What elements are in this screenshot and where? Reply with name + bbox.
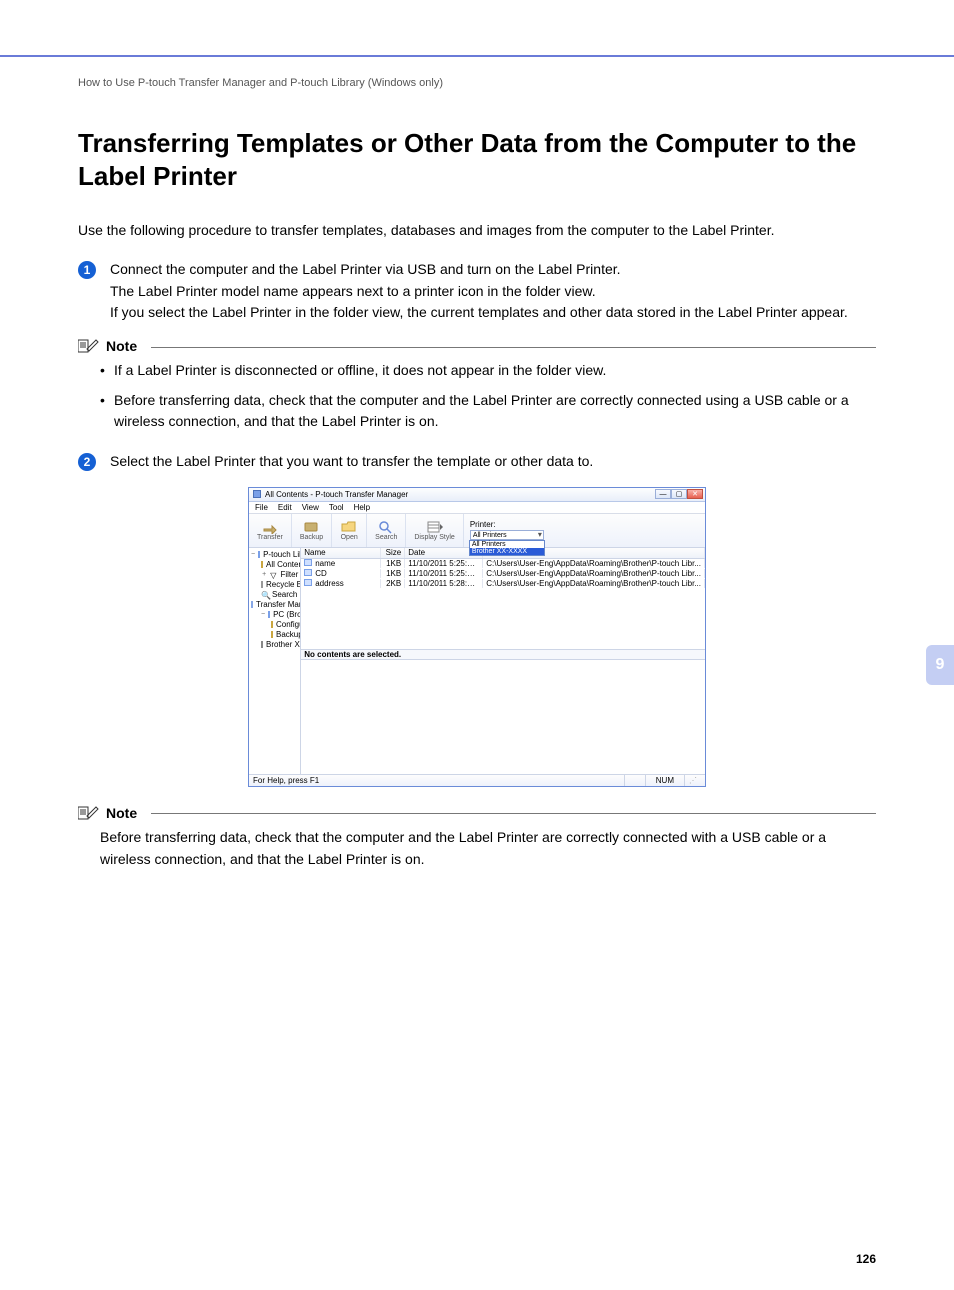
step-number-badge: 1 (78, 261, 96, 279)
status-cell-empty (624, 774, 645, 786)
page-number: 126 (856, 1252, 876, 1266)
page-content: How to Use P-touch Transfer Manager and … (0, 57, 954, 928)
note-block-1: Note If a Label Printer is disconnected … (78, 338, 876, 433)
app-window: All Contents - P-touch Transfer Manager … (248, 487, 706, 787)
tree-pc[interactable]: −PC (Brother XX-XXXX) (251, 610, 298, 620)
app-icon (253, 490, 261, 498)
titlebar[interactable]: All Contents - P-touch Transfer Manager … (249, 488, 705, 502)
note-icon (78, 805, 100, 821)
printer-option-all[interactable]: All Printers (470, 541, 544, 548)
note-title: Note (106, 805, 137, 821)
file-icon (304, 559, 312, 566)
menubar: File Edit View Tool Help (249, 502, 705, 514)
note-2-text: Before transferring data, check that the… (78, 827, 876, 870)
menu-file[interactable]: File (255, 503, 268, 512)
open-icon (340, 520, 358, 534)
folder-tree: −P-touch Library All Contents +▽Filter R… (249, 548, 301, 774)
printer-label: Printer: (470, 520, 544, 529)
file-icon (304, 579, 312, 586)
note-title: Note (106, 338, 137, 354)
note-block-2: Note Before transferring data, check tha… (78, 805, 876, 870)
tree-backups[interactable]: Backups (251, 630, 298, 640)
list-row[interactable]: address 2KB 11/10/2011 5:28:23... C:\Use… (301, 579, 705, 589)
window-title: All Contents - P-touch Transfer Manager (265, 490, 408, 499)
intro-paragraph: Use the following procedure to transfer … (78, 220, 876, 241)
toolbar: Transfer Backup Open Search Display Styl… (249, 514, 705, 548)
printer-dropdown: All Printers Brother XX-XXXX (469, 540, 545, 556)
tree-configurations[interactable]: Configurations (251, 620, 298, 630)
tree-printer[interactable]: Brother XX-XXXX (251, 640, 298, 650)
chapter-tab: 9 (926, 645, 954, 685)
tb-display-style[interactable]: Display Style (406, 514, 463, 547)
list-row[interactable]: name 1KB 11/10/2011 5:25:10... C:\Users\… (301, 559, 705, 569)
preview-header: No contents are selected. (301, 649, 705, 660)
note-1-bullet-1: If a Label Printer is disconnected or of… (100, 360, 876, 382)
step-1-body: Connect the computer and the Label Print… (110, 259, 876, 324)
close-button[interactable]: ✕ (687, 489, 703, 499)
tb-search-label: Search (375, 534, 397, 541)
printer-select-value: All Printers (473, 532, 507, 539)
tb-transfer[interactable]: Transfer (249, 514, 292, 547)
status-help: For Help, press F1 (253, 776, 319, 785)
maximize-button[interactable]: ▢ (671, 489, 687, 499)
tree-all-contents[interactable]: All Contents (251, 560, 298, 570)
step-1: 1 Connect the computer and the Label Pri… (78, 259, 876, 324)
tb-transfer-label: Transfer (257, 534, 283, 541)
menu-view[interactable]: View (302, 503, 319, 512)
minimize-button[interactable]: — (655, 489, 671, 499)
file-icon (304, 569, 312, 576)
search-icon (377, 520, 395, 534)
display-style-icon (426, 520, 444, 534)
step-2-body: Select the Label Printer that you want t… (110, 451, 876, 473)
printer-select[interactable]: All Printers (470, 530, 544, 540)
tree-search-results[interactable]: 🔍Search Results (251, 590, 298, 600)
tb-backup[interactable]: Backup (292, 514, 332, 547)
statusbar: For Help, press F1 NUM ⋰ (249, 774, 705, 786)
note-rule (151, 813, 876, 814)
tb-backup-label: Backup (300, 534, 323, 541)
breadcrumb: How to Use P-touch Transfer Manager and … (78, 77, 876, 89)
transfer-icon (261, 520, 279, 534)
backup-icon (302, 520, 320, 534)
list-body: name 1KB 11/10/2011 5:25:10... C:\Users\… (301, 559, 705, 649)
note-rule (151, 347, 876, 348)
tb-open[interactable]: Open (332, 514, 367, 547)
tb-open-label: Open (341, 534, 358, 541)
tb-printer-selector: Printer: All Printers All Printers Broth… (464, 520, 550, 540)
list-row[interactable]: CD 1KB 11/10/2011 5:25:33... C:\Users\Us… (301, 569, 705, 579)
col-size[interactable]: Size (381, 548, 405, 558)
note-1-bullet-2: Before transferring data, check that the… (100, 390, 876, 433)
step-number-badge: 2 (78, 453, 96, 471)
tree-filter[interactable]: +▽Filter (251, 570, 298, 580)
step-1-line-3: If you select the Label Printer in the f… (110, 304, 848, 320)
tb-display-label: Display Style (414, 534, 454, 541)
col-name[interactable]: Name (301, 548, 381, 558)
menu-edit[interactable]: Edit (278, 503, 292, 512)
tree-transfer-manager[interactable]: Transfer Manager (251, 600, 298, 610)
step-1-line-2: The Label Printer model name appears nex… (110, 283, 596, 299)
printer-option-model[interactable]: Brother XX-XXXX (470, 548, 544, 555)
page-title: Transferring Templates or Other Data fro… (78, 127, 876, 192)
step-2: 2 Select the Label Printer that you want… (78, 451, 876, 473)
menu-help[interactable]: Help (354, 503, 370, 512)
status-grip: ⋰ (684, 774, 701, 786)
menu-tool[interactable]: Tool (329, 503, 344, 512)
tree-ptouch-library[interactable]: −P-touch Library (251, 550, 298, 560)
step-1-line-1: Connect the computer and the Label Print… (110, 261, 621, 277)
preview-area (301, 660, 705, 774)
tree-recycle-bin[interactable]: Recycle Bin (251, 580, 298, 590)
tb-search[interactable]: Search (367, 514, 406, 547)
status-numlock: NUM (645, 774, 684, 786)
note-icon (78, 338, 100, 354)
